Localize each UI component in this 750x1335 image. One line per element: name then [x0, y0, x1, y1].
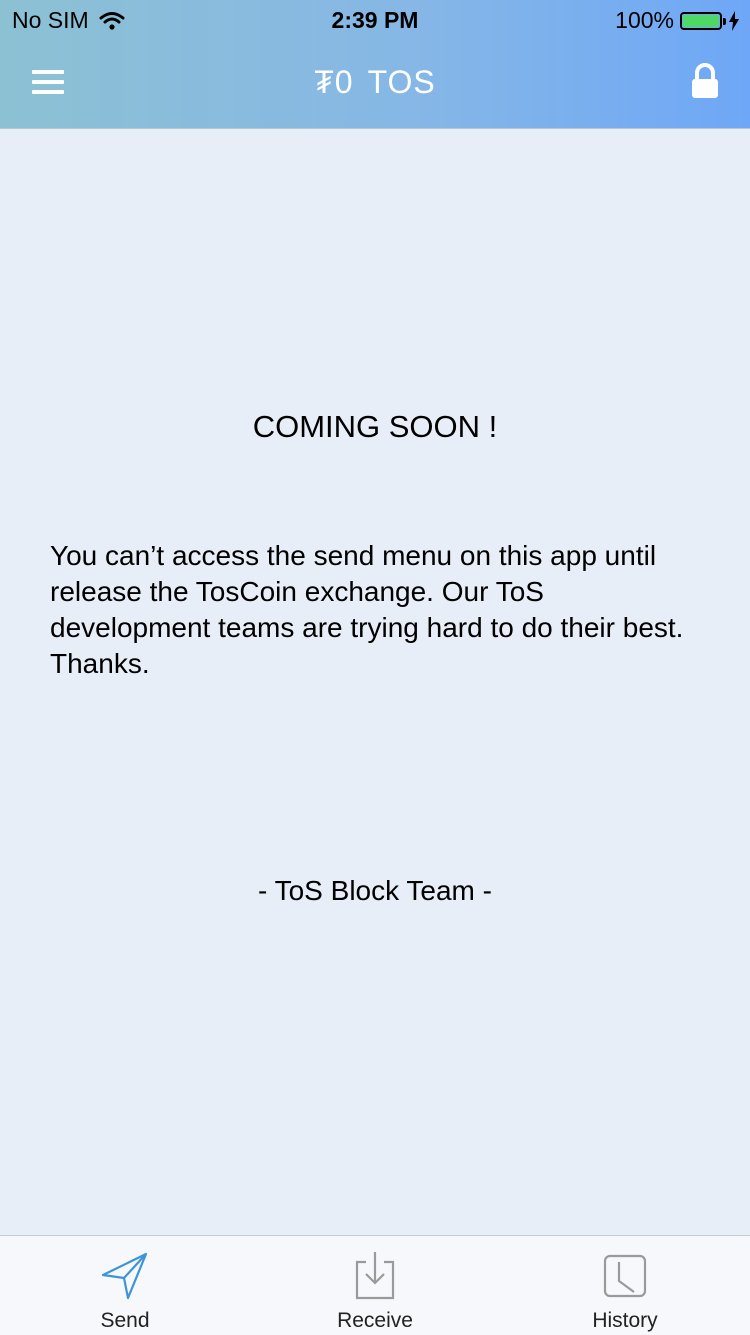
tab-send[interactable]: Send — [0, 1236, 250, 1335]
balance-title: ₮0 TOS — [0, 64, 750, 101]
status-bar: No SIM 2:39 PM 100% — [0, 0, 750, 40]
battery-percent: 100% — [615, 7, 674, 33]
tab-receive[interactable]: Receive — [250, 1236, 500, 1335]
coming-soon-panel: COMING SOON ! You can’t access the send … — [0, 129, 750, 1235]
app-header: No SIM 2:39 PM 100% ₮0 TOS — [0, 0, 750, 129]
currency-code: TOS — [367, 64, 436, 100]
charging-bolt-icon — [729, 10, 739, 31]
tab-history[interactable]: History — [500, 1236, 750, 1335]
receive-icon — [355, 1252, 395, 1300]
send-icon — [101, 1252, 148, 1300]
battery-level — [683, 14, 719, 27]
lock-button[interactable] — [688, 62, 722, 102]
tab-send-label: Send — [100, 1309, 150, 1332]
battery-icon — [680, 11, 726, 30]
tab-receive-label: Receive — [337, 1309, 413, 1332]
tab-bar: Send Receive History — [0, 1235, 750, 1335]
balance-amount: ₮0 — [314, 64, 354, 100]
battery-group: 100% — [615, 7, 740, 34]
coming-soon-heading: COMING SOON ! — [252, 409, 498, 444]
lock-icon — [692, 63, 718, 98]
team-signature: - ToS Block Team - — [258, 875, 492, 906]
battery-cap — [723, 17, 726, 25]
history-icon — [603, 1254, 647, 1298]
tab-history-label: History — [592, 1309, 658, 1332]
coming-soon-message: You can’t access the send menu on this a… — [50, 540, 684, 679]
